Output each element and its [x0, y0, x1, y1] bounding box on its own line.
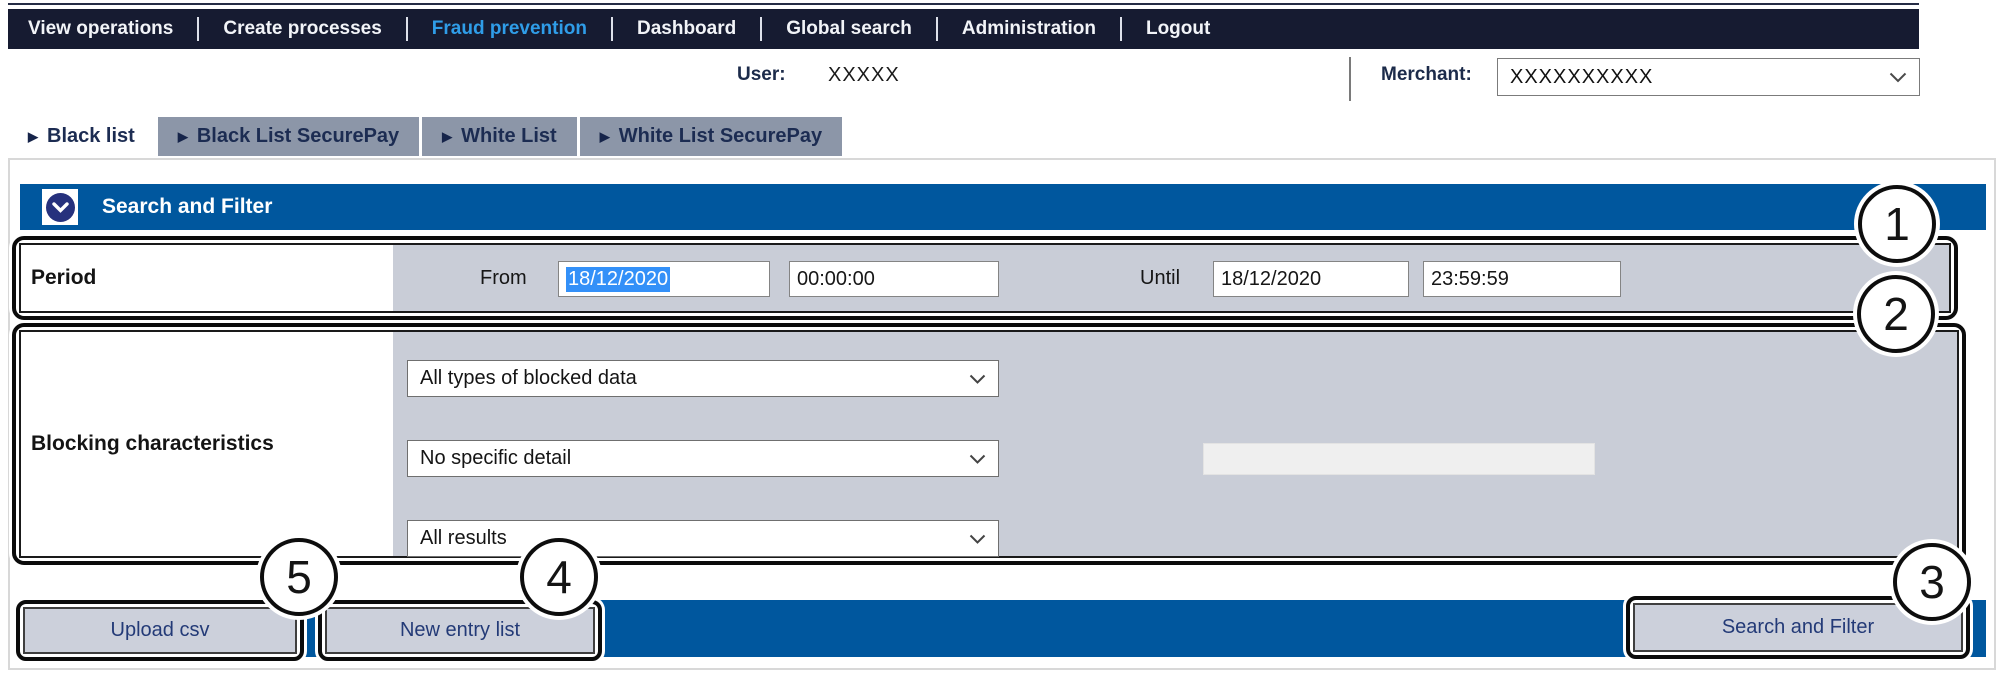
tab-label: Black List SecurePay: [197, 125, 399, 148]
until-date-value: 18/12/2020: [1221, 268, 1321, 291]
detail-value-input-disabled: [1203, 443, 1595, 475]
user-label: User:: [737, 64, 786, 86]
period-fields: From 18/12/2020 00:00:00 Until 18/12/202…: [393, 245, 1949, 311]
from-date-value: 18/12/2020: [566, 267, 670, 292]
chevron-down-icon: [1889, 66, 1907, 89]
until-label: Until: [1140, 267, 1180, 290]
blocked-data-type-select[interactable]: All types of blocked data: [407, 360, 999, 397]
results-select[interactable]: All results: [407, 520, 999, 557]
chevron-down-circle-icon: [46, 193, 75, 222]
nav-administration[interactable]: Administration: [962, 18, 1096, 40]
until-time-input[interactable]: 23:59:59: [1423, 261, 1621, 297]
until-date-input[interactable]: 18/12/2020: [1213, 261, 1409, 297]
callout-box-period: Period From 18/12/2020 00:00:00 Until 18…: [12, 236, 1958, 320]
fraud-prevention-page: View operations Create processes Fraud p…: [0, 0, 2004, 683]
callout-circle-5: 5: [260, 538, 338, 616]
chevron-down-icon: [969, 367, 986, 390]
nav-logout[interactable]: Logout: [1146, 18, 1210, 40]
until-time-value: 23:59:59: [1431, 268, 1509, 291]
tab-arrow-icon: ▶: [442, 129, 452, 145]
tab-white-list-securepay[interactable]: ▶ White List SecurePay: [580, 117, 842, 156]
nav-divider: [406, 17, 408, 41]
top-border-line: [8, 3, 1919, 5]
nav-dashboard[interactable]: Dashboard: [637, 18, 736, 40]
chevron-down-icon: [969, 527, 986, 550]
panel-title: Search and Filter: [102, 195, 272, 219]
blocked-data-type-value: All types of blocked data: [420, 367, 637, 390]
results-select-value: All results: [420, 527, 507, 550]
callout-box-upload: Upload csv: [16, 600, 304, 661]
blocking-row: Blocking characteristics All types of bl…: [19, 330, 1959, 558]
merchant-select[interactable]: XXXXXXXXXX: [1497, 58, 1920, 96]
chevron-down-icon: [969, 447, 986, 470]
period-row: Period From 18/12/2020 00:00:00 Until 18…: [19, 243, 1951, 313]
merchant-select-value: XXXXXXXXXX: [1510, 66, 1653, 89]
tab-arrow-icon: ▶: [600, 129, 610, 145]
blocking-characteristics-label: Blocking characteristics: [21, 332, 393, 556]
from-label: From: [480, 267, 527, 290]
merchant-label: Merchant:: [1381, 64, 1472, 86]
period-label: Period: [21, 245, 393, 311]
nav-divider: [760, 17, 762, 41]
callout-circle-1: 1: [1858, 185, 1936, 263]
nav-create-processes[interactable]: Create processes: [223, 18, 381, 40]
blocking-fields: All types of blocked data No specific de…: [393, 332, 1957, 556]
tab-white-list[interactable]: ▶ White List: [422, 117, 577, 156]
user-value: XXXXX: [828, 64, 900, 87]
nav-divider: [611, 17, 613, 41]
upload-csv-button[interactable]: Upload csv: [23, 607, 297, 654]
callout-circle-4: 4: [520, 538, 598, 616]
tab-black-list[interactable]: ▶ Black list: [8, 117, 155, 156]
tab-arrow-icon: ▶: [28, 129, 38, 145]
top-navigation: View operations Create processes Fraud p…: [8, 9, 1919, 49]
tab-label: White List SecurePay: [619, 125, 822, 148]
list-tabs: ▶ Black list ▶ Black List SecurePay ▶ Wh…: [8, 117, 842, 156]
tab-label: Black list: [47, 125, 135, 148]
tab-label: White List: [461, 125, 557, 148]
from-time-input[interactable]: 00:00:00: [789, 261, 999, 297]
nav-fraud-prevention[interactable]: Fraud prevention: [432, 18, 587, 40]
specific-detail-select[interactable]: No specific detail: [407, 440, 999, 477]
collapse-section-button[interactable]: [42, 189, 78, 225]
search-filter-header: Search and Filter: [20, 184, 1986, 230]
userbar-divider: [1349, 57, 1351, 101]
from-time-value: 00:00:00: [797, 268, 875, 291]
nav-divider: [197, 17, 199, 41]
callout-circle-2: 2: [1857, 275, 1935, 353]
nav-view-operations[interactable]: View operations: [28, 18, 173, 40]
nav-global-search[interactable]: Global search: [786, 18, 912, 40]
from-date-input[interactable]: 18/12/2020: [558, 261, 770, 297]
specific-detail-value: No specific detail: [420, 447, 571, 470]
nav-divider: [1120, 17, 1122, 41]
callout-circle-3: 3: [1893, 543, 1971, 621]
callout-box-blocking: Blocking characteristics All types of bl…: [12, 323, 1966, 565]
tab-arrow-icon: ▶: [178, 129, 188, 145]
tab-black-list-securepay[interactable]: ▶ Black List SecurePay: [158, 117, 419, 156]
nav-divider: [936, 17, 938, 41]
